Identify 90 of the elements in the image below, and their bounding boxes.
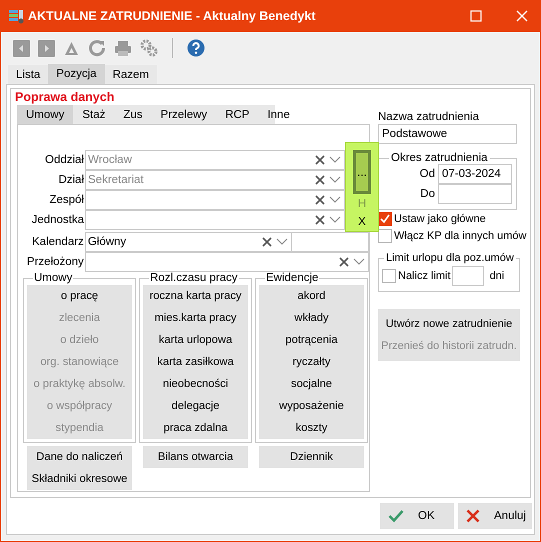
- dropdown-field[interactable]: Główny: [84, 232, 292, 252]
- action-button[interactable]: Utwórz nowe zatrudnienie: [378, 313, 520, 335]
- menu-button[interactable]: karta urlopowa: [143, 329, 248, 351]
- menu-button[interactable]: delegacje: [143, 395, 248, 417]
- menu-button[interactable]: potrącenia: [259, 329, 364, 351]
- app-icon: [8, 8, 24, 24]
- chevron-down-icon[interactable]: [353, 258, 365, 266]
- menu-button[interactable]: roczna karta pracy: [143, 285, 248, 307]
- checkbox-label: Ustaw jako główne: [394, 213, 486, 225]
- field-label: Kalendarz: [31, 236, 85, 248]
- group-title: Umowy: [33, 272, 74, 284]
- field-label: Przełożony: [26, 256, 85, 268]
- checkbox[interactable]: [382, 269, 396, 283]
- action-button[interactable]: Składniki okresowe: [27, 468, 132, 490]
- chevron-down-icon[interactable]: [329, 156, 341, 164]
- side-option[interactable]: X: [358, 214, 366, 230]
- menu-button[interactable]: wyposażenie: [259, 395, 364, 417]
- group-title: Rozl.czasu pracy: [149, 272, 239, 284]
- chevron-down-icon[interactable]: [329, 176, 341, 184]
- menu-button[interactable]: koszty: [259, 417, 364, 439]
- browse-button[interactable]: ...: [353, 150, 371, 194]
- tab[interactable]: Zus: [114, 105, 152, 124]
- checkmark-icon: [388, 509, 404, 523]
- clear-icon[interactable]: [315, 175, 325, 185]
- dropdown-field[interactable]: [85, 190, 345, 210]
- checkbox[interactable]: [378, 229, 392, 243]
- unit-label: dni: [490, 270, 504, 282]
- tab[interactable]: Lista: [8, 65, 48, 84]
- chevron-down-icon[interactable]: [329, 216, 341, 224]
- menu-button[interactable]: akord: [259, 285, 364, 307]
- close-icon: [466, 509, 480, 523]
- field-label: Do: [420, 188, 435, 200]
- menu-button[interactable]: mies.karta pracy: [143, 307, 248, 329]
- checkbox-label: Włącz KP dla innych umów: [394, 230, 526, 242]
- dropdown-field[interactable]: [84, 252, 369, 272]
- field-label: Dział: [57, 174, 85, 186]
- panel-title: Poprawa danych: [15, 90, 116, 105]
- gears-icon[interactable]: [140, 39, 158, 57]
- menu-button[interactable]: praca zdalna: [143, 417, 248, 439]
- tab[interactable]: Staż: [73, 105, 114, 124]
- clear-icon[interactable]: [315, 195, 325, 205]
- date-field[interactable]: 07-03-2024: [438, 164, 512, 184]
- dropdown-field[interactable]: Wrocław: [85, 150, 345, 170]
- tab[interactable]: Pozycja: [48, 64, 105, 84]
- close-icon[interactable]: [516, 10, 528, 22]
- clear-icon[interactable]: [339, 257, 349, 267]
- next-icon[interactable]: [38, 40, 55, 56]
- tab[interactable]: Umowy: [17, 105, 74, 124]
- window-title: AKTUALNE ZATRUDNIENIE - Aktualny Benedykt: [28, 9, 317, 23]
- chevron-down-icon[interactable]: [276, 238, 288, 246]
- clear-icon[interactable]: [262, 237, 272, 247]
- checkbox[interactable]: [378, 212, 392, 226]
- chevron-down-icon[interactable]: [329, 196, 341, 204]
- dropdown-field[interactable]: Sekretariat: [85, 170, 345, 190]
- action-button[interactable]: Bilans otwarcia: [143, 446, 248, 468]
- tab[interactable]: Przelewy: [152, 105, 216, 124]
- tab[interactable]: Razem: [104, 65, 158, 84]
- maximize-icon[interactable]: [470, 10, 482, 22]
- date-field[interactable]: [438, 184, 512, 204]
- group-title: Limit urlopu dla poz.umów: [385, 252, 515, 264]
- clear-icon[interactable]: [315, 215, 325, 225]
- group-title: Ewidencje: [265, 272, 320, 284]
- dialog-button[interactable]: OK: [380, 503, 454, 529]
- menu-button[interactable]: socjalne: [259, 373, 364, 395]
- menu-button[interactable]: nieobecności: [143, 373, 248, 395]
- field-label: Oddział: [44, 154, 85, 166]
- field-label: Od: [420, 168, 435, 180]
- field-label: Jednostka: [30, 214, 85, 226]
- group-title: Okres zatrudnienia: [390, 152, 489, 164]
- refresh-icon[interactable]: [88, 39, 106, 57]
- help-icon[interactable]: [187, 39, 205, 57]
- checkbox-label: Nalicz limit: [398, 270, 451, 282]
- field-label: Zespół: [48, 194, 85, 206]
- tab[interactable]: RCP: [216, 105, 258, 124]
- dialog-button[interactable]: Anuluj: [458, 503, 532, 529]
- menu-button[interactable]: karta zasiłkowa: [143, 351, 248, 373]
- days-field[interactable]: [452, 266, 484, 286]
- action-button[interactable]: Dziennik: [259, 446, 364, 468]
- menu-button[interactable]: wkłady: [259, 307, 364, 329]
- field-label: Nazwa zatrudnienia: [378, 110, 480, 124]
- menu-button[interactable]: ryczałty: [259, 351, 364, 373]
- triangle-icon[interactable]: [63, 40, 80, 56]
- previous-icon[interactable]: [13, 40, 30, 56]
- clear-icon[interactable]: [315, 155, 325, 165]
- tab[interactable]: Inne: [258, 105, 299, 124]
- action-button[interactable]: Dane do naliczeń: [27, 446, 132, 468]
- printer-icon[interactable]: [114, 40, 132, 56]
- menu-button[interactable]: o pracę: [27, 285, 132, 307]
- name-field[interactable]: Podstawowe: [378, 124, 517, 144]
- dropdown-field[interactable]: [85, 210, 345, 230]
